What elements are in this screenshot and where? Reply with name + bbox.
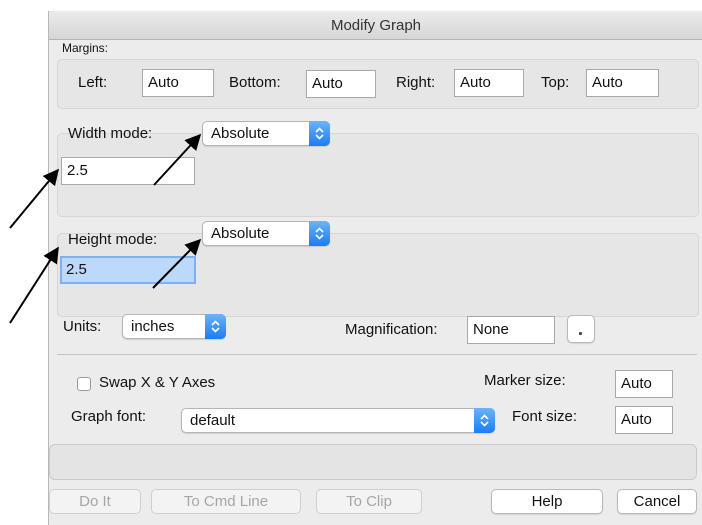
arrow-to-height-field — [9, 246, 59, 324]
arrow-to-width-popup — [153, 133, 202, 186]
annotation-arrows — [9, 133, 202, 324]
arrow-to-width-field — [9, 168, 60, 229]
arrow-to-height-popup — [152, 238, 202, 289]
